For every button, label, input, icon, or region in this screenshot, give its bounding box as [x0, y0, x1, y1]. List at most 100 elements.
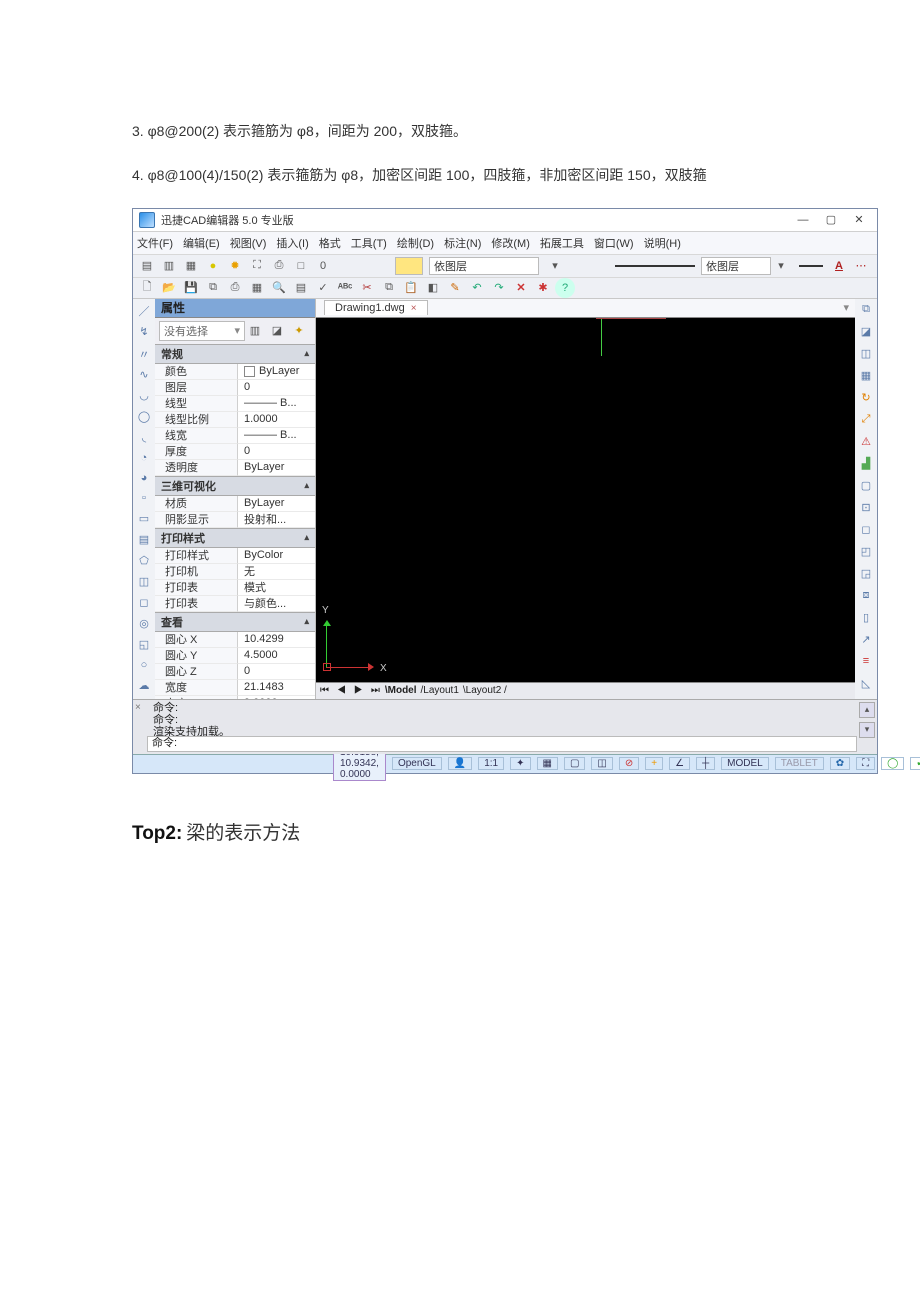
stretch-icon[interactable]: ⚠ [859, 435, 873, 449]
cut-icon[interactable]: ✂ [357, 278, 377, 298]
prop-value[interactable]: ——— B... [238, 396, 315, 412]
ortho-icon[interactable]: ▢ [564, 757, 585, 770]
more-icon[interactable]: ⋯ [851, 256, 871, 276]
prop-value[interactable]: 21.1483 [238, 680, 315, 696]
explode-icon[interactable]: ⧈ [859, 589, 873, 603]
prop-value[interactable]: ByLayer [238, 496, 315, 512]
edit-icon[interactable]: ◺ [859, 677, 873, 691]
tab-layout2[interactable]: \Layout2 / [463, 685, 507, 696]
prop-value[interactable]: 10.4299 [238, 632, 315, 648]
donut-icon[interactable]: ◎ [137, 617, 151, 630]
tablet-toggle[interactable]: TABLET [775, 757, 824, 770]
page-icon[interactable]: ▤ [291, 278, 311, 298]
open-icon[interactable]: 📂 [159, 278, 179, 298]
trim-icon[interactable]: ▟ [859, 457, 873, 471]
prop-value[interactable]: 与颜色... [238, 596, 315, 612]
prop-row[interactable]: 圆心 Y4.5000 [155, 648, 315, 664]
menu-file[interactable]: 文件(F) [137, 235, 173, 251]
menu-modify[interactable]: 修改(M) [491, 235, 530, 251]
mline-icon[interactable]: 〃 [137, 346, 151, 360]
prop-value[interactable]: 模式 [238, 580, 315, 596]
drawing-canvas[interactable]: Y X [316, 318, 855, 682]
maximize-button[interactable]: ▢ [817, 213, 845, 226]
command-input[interactable]: 命令: [147, 736, 857, 752]
revcloud-icon[interactable]: ☁ [137, 679, 151, 692]
bulb-icon[interactable]: ● [203, 256, 223, 276]
zoom-ratio[interactable]: 1:1 [478, 757, 504, 770]
spell-icon[interactable]: ✓ [313, 278, 333, 298]
lock-icon[interactable]: ⛶ [247, 256, 267, 276]
user-icon[interactable]: 👤 [448, 757, 472, 770]
prop-row[interactable]: 打印样式ByColor [155, 548, 315, 564]
tab-layout1[interactable]: /Layout1 [421, 685, 459, 696]
erase2-icon[interactable]: ✱ [533, 278, 553, 298]
prop-row[interactable]: 圆心 X10.4299 [155, 632, 315, 648]
prop-section-header[interactable]: 常规▴ [155, 344, 315, 364]
minimize-button[interactable]: — [789, 214, 817, 226]
log-close-icon[interactable]: × [135, 702, 141, 714]
copy-obj-icon[interactable]: ⧉ [859, 303, 873, 317]
lock-ui-icon[interactable]: ⛶ [856, 757, 875, 770]
snap-icon[interactable]: ✦ [510, 757, 530, 770]
join-icon[interactable]: ◻ [859, 523, 873, 537]
tab-overflow-icon[interactable]: ▾ [843, 301, 849, 314]
text-color-icon[interactable]: A [829, 256, 849, 276]
dyn-icon[interactable]: ┼ [696, 757, 715, 770]
ducs-icon[interactable]: ∠ [669, 757, 690, 770]
save-icon[interactable]: 💾 [181, 278, 201, 298]
prop-row[interactable]: 打印表模式 [155, 580, 315, 596]
prop-row[interactable]: 材质ByLayer [155, 496, 315, 512]
break-icon[interactable]: ⊡ [859, 501, 873, 515]
ellarc-icon[interactable]: ◕ [137, 472, 151, 484]
prop-row[interactable]: 线宽——— B... [155, 428, 315, 444]
polyline-icon[interactable]: ↯ [137, 325, 151, 338]
render-engine[interactable]: OpenGL [392, 757, 442, 770]
model-space[interactable]: MODEL [721, 757, 769, 770]
fillet-icon[interactable]: ◲ [859, 567, 873, 581]
brush-icon[interactable]: ✎ [445, 278, 465, 298]
region-icon[interactable]: ◫ [137, 575, 151, 588]
redo-icon[interactable]: ↷ [489, 278, 509, 298]
prop-value[interactable]: ByLayer [238, 460, 315, 476]
move-icon[interactable]: ↗ [859, 633, 873, 647]
prop-row[interactable]: 线型——— B... [155, 396, 315, 412]
menu-tools[interactable]: 工具(T) [351, 235, 387, 251]
line-icon[interactable]: ／ [137, 303, 151, 317]
prop-value[interactable]: 4.5000 [238, 648, 315, 664]
new-icon[interactable]: 🗋 [137, 278, 157, 298]
scroll-up-icon[interactable]: ▴ [859, 702, 875, 718]
print-icon[interactable]: ⎙ [225, 278, 245, 298]
prop-value[interactable]: ByLayer [238, 364, 315, 380]
grid-icon[interactable]: ▦ [537, 757, 558, 770]
menu-format[interactable]: 格式 [319, 235, 341, 251]
prop-value[interactable]: ByColor [238, 548, 315, 564]
funnel-icon[interactable]: ✦ [289, 321, 309, 341]
undo-icon[interactable]: ↶ [467, 278, 487, 298]
prop-row[interactable]: 厚度0 [155, 444, 315, 460]
pick-icon[interactable]: ◪ [267, 321, 287, 341]
prop-section-header[interactable]: 打印样式▴ [155, 528, 315, 548]
menu-extend[interactable]: 拓展工具 [540, 235, 584, 251]
arc-icon[interactable]: ◡ [137, 389, 151, 402]
prop-value[interactable]: 0 [238, 444, 315, 460]
palette-icon[interactable]: ▥ [245, 321, 265, 341]
circle-icon[interactable]: ◯ [137, 410, 151, 423]
prop-row[interactable]: 宽度21.1483 [155, 680, 315, 696]
tab-model[interactable]: \Model [385, 685, 417, 696]
otrack-icon[interactable]: + [645, 757, 663, 770]
chevron-down-icon[interactable]: ▾ [545, 256, 565, 276]
spline-icon[interactable]: ∿ [137, 368, 151, 381]
polygon-icon[interactable]: ⬠ [137, 554, 151, 567]
rotate-icon[interactable]: ↻ [859, 391, 873, 405]
prop-section-header[interactable]: 查看▴ [155, 612, 315, 632]
file-tab-active[interactable]: Drawing1.dwg × [324, 300, 428, 315]
align-icon[interactable]: ▯ [859, 611, 873, 625]
prop-value[interactable]: 0 [238, 380, 315, 396]
chamfer-icon[interactable]: ◰ [859, 545, 873, 559]
menu-help[interactable]: 说明(H) [644, 235, 681, 251]
menu-draw[interactable]: 绘制(D) [397, 235, 434, 251]
menu-insert[interactable]: 插入(I) [276, 235, 308, 251]
sun-icon[interactable]: ✹ [225, 256, 245, 276]
match-icon[interactable]: ◧ [423, 278, 443, 298]
ring-icon[interactable]: ○ [137, 659, 151, 671]
